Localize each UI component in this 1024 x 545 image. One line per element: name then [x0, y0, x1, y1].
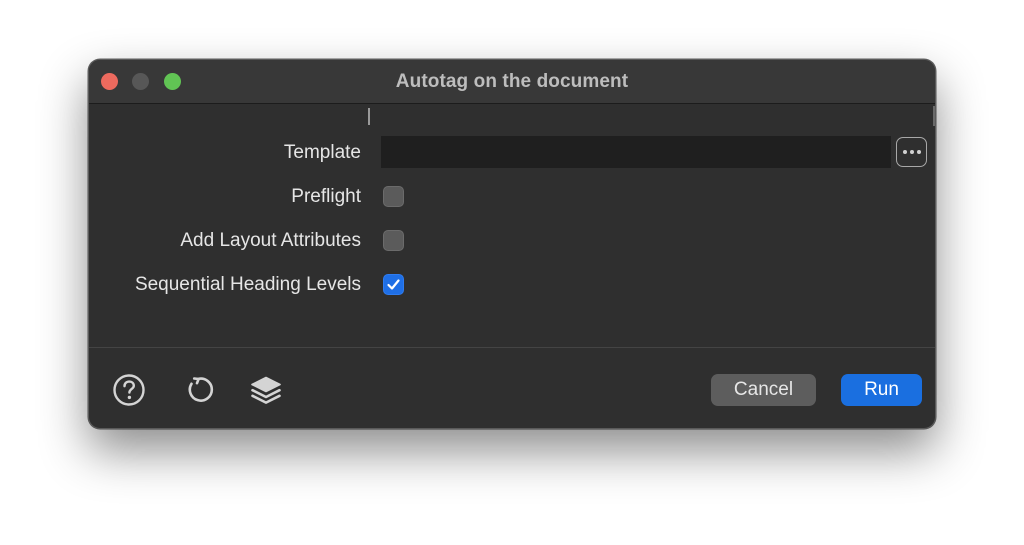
- sequential-heading-levels-label: Sequential Heading Levels: [134, 274, 361, 295]
- add-layout-attributes-checkbox[interactable]: [383, 230, 404, 251]
- preflight-checkbox[interactable]: [383, 186, 404, 207]
- template-label: Template: [283, 142, 361, 163]
- footer-separator: [89, 347, 935, 348]
- text-cursor-mark: [368, 108, 370, 125]
- layers-icon[interactable]: [248, 372, 284, 408]
- cancel-button[interactable]: Cancel: [711, 374, 816, 406]
- sequential-heading-levels-checkbox[interactable]: [383, 274, 404, 295]
- window-title: Autotag on the document: [395, 71, 629, 92]
- reset-icon[interactable]: [180, 372, 216, 408]
- ellipsis-icon: [902, 150, 907, 154]
- preflight-label: Preflight: [291, 186, 361, 207]
- help-icon[interactable]: [111, 372, 147, 408]
- checkmark-icon: [387, 279, 400, 290]
- stage: Autotag on the document Template Preflig…: [0, 0, 1024, 545]
- title-bar: Autotag on the document: [89, 60, 935, 104]
- ellipsis-dot: [909, 150, 914, 154]
- add-layout-attributes-label: Add Layout Attributes: [180, 230, 361, 251]
- browse-template-button[interactable]: [896, 137, 927, 167]
- ellipsis-dot: [916, 150, 921, 154]
- template-input[interactable]: [381, 136, 891, 168]
- run-button[interactable]: Run: [841, 374, 922, 406]
- resize-edge-mark: [933, 106, 935, 126]
- dialog-window: Autotag on the document Template Preflig…: [88, 59, 936, 429]
